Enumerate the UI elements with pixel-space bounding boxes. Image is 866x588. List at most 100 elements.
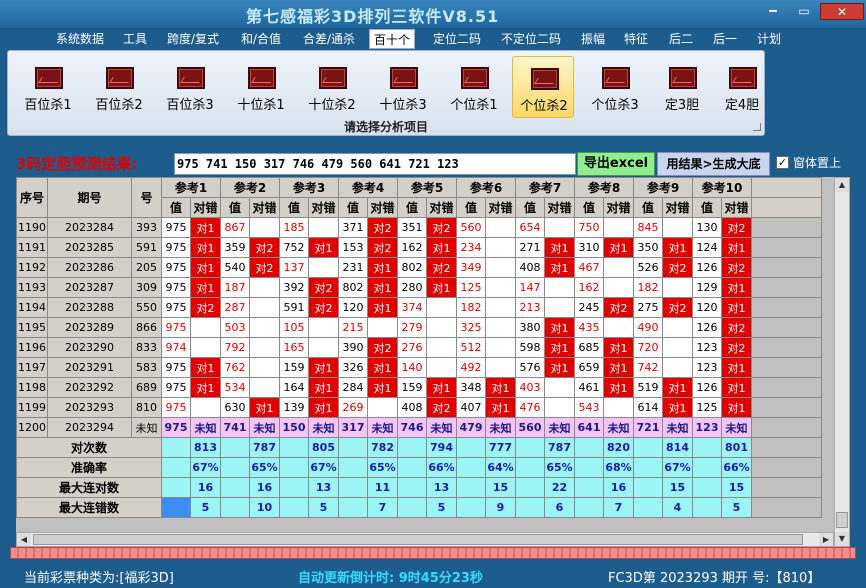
hit-cell: 对1 xyxy=(367,377,398,398)
value-cell: 975 xyxy=(161,257,191,278)
ribbon-button-9[interactable]: 定3胆 xyxy=(651,56,713,118)
stats-value: 7 xyxy=(603,497,634,518)
close-button[interactable]: ✕ xyxy=(820,3,864,20)
table-row[interactable]: 1196 2023290 833 974 792 165 390 对2 276 512 598 对1 6… xyxy=(16,337,822,358)
menu-item-8[interactable]: 振幅 xyxy=(581,29,605,49)
ribbon-expand-icon[interactable] xyxy=(753,123,761,131)
menu-item-6[interactable]: 定位二码 xyxy=(433,29,481,49)
ribbon-button-6[interactable]: 个位杀1 xyxy=(443,56,505,118)
result-header: 对错 xyxy=(662,197,693,218)
row-issue: 2023293 xyxy=(47,397,132,418)
hit-cell: 对1 xyxy=(190,217,221,238)
scroll-up-icon[interactable]: ▲ xyxy=(835,178,849,192)
ribbon-button-2[interactable]: 百位杀3 xyxy=(159,56,221,118)
result-header: 对错 xyxy=(485,197,516,218)
value-cell: 380 xyxy=(515,317,545,338)
table-row[interactable]: 1194 2023288 550 975 对2 287 591 对2 120 对1 374 182 21… xyxy=(16,297,822,318)
lottery-type-status: 当前彩票种类为:[福彩3D] xyxy=(24,571,174,586)
horizontal-scrollbar[interactable]: ◀ ▶ xyxy=(16,532,834,547)
prediction-value: 746 xyxy=(397,417,427,438)
stats-value: 66% xyxy=(426,457,457,478)
ribbon-button-7[interactable]: 个位杀2 xyxy=(512,56,574,118)
result-cell xyxy=(485,357,516,378)
menu-item-0[interactable]: 系统数据 xyxy=(56,29,104,49)
table-row[interactable]: 1191 2023285 591 975 对1 359 对2 752 对1 153 对2 162 对1 2… xyxy=(16,237,822,258)
stats-value: 814 xyxy=(662,437,693,458)
table-row[interactable]: 1192 2023286 205 975 对1 540 对2 137 231 对1 802 对2 349… xyxy=(16,257,822,278)
stats-value: 16 xyxy=(190,477,221,498)
stay-on-top-checkbox[interactable]: ✓ xyxy=(776,156,789,169)
result-cell xyxy=(485,297,516,318)
data-grid: 序号 期号号参考1 参考2 参考3 参考4 参考5 参考6 参考7 参考8 参考9 参考10 值对错值… xyxy=(16,177,834,532)
table-row[interactable]: 1197 2023291 583 975 对1 762 159 对1 326 对1 140 492 57… xyxy=(16,357,822,378)
value-cell: 275 xyxy=(633,297,663,318)
table-row[interactable]: 1198 2023292 689 975 对1 534 164 对1 284 对1 159 对1 348… xyxy=(16,377,822,398)
prediction-value: 975 xyxy=(161,417,191,438)
spare-cell xyxy=(751,337,822,358)
hit-cell: 对1 xyxy=(426,377,457,398)
value-cell: 461 xyxy=(574,377,604,398)
scroll-left-icon[interactable]: ◀ xyxy=(17,533,31,546)
prediction-pending: 未知 xyxy=(190,417,221,438)
value-cell: 348 xyxy=(456,377,486,398)
ribbon-button-1[interactable]: 百位杀2 xyxy=(88,56,150,118)
ribbon-button-5[interactable]: 十位杀3 xyxy=(372,56,434,118)
menu-item-7[interactable]: 不定位二码 xyxy=(501,29,561,49)
generate-base-button[interactable]: 用结果>生成大底 xyxy=(657,152,770,176)
scroll-down-icon[interactable]: ▼ xyxy=(835,532,849,546)
ribbon-button-0[interactable]: 百位杀1 xyxy=(17,56,79,118)
table-row[interactable]: 1193 2023287 309 975 对1 187 392 对2 802 对1 280 对1 125… xyxy=(16,277,822,298)
prediction-result-field[interactable]: 975 741 150 317 746 479 560 641 721 123 xyxy=(174,153,576,175)
value-cell: 182 xyxy=(633,277,663,298)
hit-cell: 对2 xyxy=(308,277,339,298)
value-cell: 140 xyxy=(397,357,427,378)
ribbon-button-label: 十位杀3 xyxy=(379,98,427,113)
horizontal-scroll-thumb[interactable] xyxy=(33,534,803,545)
table-row[interactable]: 1195 2023289 866 975 503 105 215 279 325 380 对1 435… xyxy=(16,317,822,338)
menu-item-12[interactable]: 计划 xyxy=(757,29,781,49)
stats-pad xyxy=(574,437,604,458)
ribbon-button-label: 百位杀2 xyxy=(95,98,143,113)
maximize-button[interactable]: ▭ xyxy=(790,3,818,20)
prediction-row[interactable]: 1200 2023294 未知 975 未知 741 未知 150 未知 317 未知 746 未知 47… xyxy=(16,417,822,438)
minimize-button[interactable]: ━ xyxy=(760,3,786,20)
stats-value: 11 xyxy=(367,477,398,498)
ribbon-button-8[interactable]: 个位杀3 xyxy=(584,56,646,118)
menu-item-9[interactable]: 特征 xyxy=(624,29,648,49)
latest-draw-status: FC3D第 2023293 期开 号:【810】 xyxy=(608,571,821,586)
menu-item-5[interactable]: 百十个 xyxy=(369,29,416,49)
ribbon-button-3[interactable]: 十位杀1 xyxy=(230,56,292,118)
value-cell: 182 xyxy=(456,297,486,318)
result-cell xyxy=(544,297,575,318)
result-cell xyxy=(426,357,457,378)
prediction-value: 560 xyxy=(515,417,545,438)
menu-item-2[interactable]: 跨度/复式 xyxy=(167,29,219,49)
vertical-scrollbar[interactable]: ▲ ▼ xyxy=(834,177,850,547)
result-cell xyxy=(544,217,575,238)
value-cell: 534 xyxy=(220,377,250,398)
vertical-scroll-thumb[interactable] xyxy=(836,512,848,528)
table-row[interactable]: 1199 2023293 810 975 630 对1 139 对1 269 408 对2 407 对1… xyxy=(16,397,822,418)
stats-pad xyxy=(692,477,722,498)
table-row[interactable]: 1190 2023284 393 975 对1 867 185 371 对2 351 对2 560 65… xyxy=(16,217,822,238)
menu-item-11[interactable]: 后一 xyxy=(713,29,737,49)
prediction-value: 123 xyxy=(692,417,722,438)
ribbon-button-4[interactable]: 十位杀2 xyxy=(301,56,363,118)
menu-item-1[interactable]: 工具 xyxy=(123,29,147,49)
value-header: 值 xyxy=(279,197,309,218)
hit-cell: 对1 xyxy=(721,377,752,398)
row-issue: 2023292 xyxy=(47,377,132,398)
ribbon-button-10[interactable]: 定4胆 xyxy=(711,56,773,118)
hit-cell: 对2 xyxy=(367,217,398,238)
value-cell: 326 xyxy=(338,357,368,378)
value-cell: 975 xyxy=(161,217,191,238)
menu-item-3[interactable]: 和/合值 xyxy=(241,29,281,49)
menu-item-4[interactable]: 合差/通杀 xyxy=(303,29,355,49)
export-excel-button[interactable]: 导出excel xyxy=(577,152,655,176)
hit-cell: 对2 xyxy=(190,297,221,318)
prediction-value: 479 xyxy=(456,417,486,438)
scroll-right-icon[interactable]: ▶ xyxy=(819,533,833,546)
value-cell: 215 xyxy=(338,317,368,338)
menu-item-10[interactable]: 后二 xyxy=(669,29,693,49)
result-cell xyxy=(426,337,457,358)
